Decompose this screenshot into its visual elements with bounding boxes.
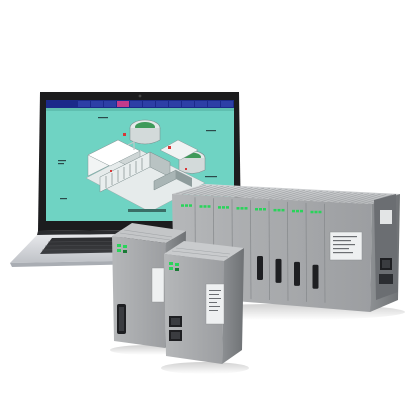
screen-menu-item xyxy=(78,101,90,107)
status-led xyxy=(218,206,221,209)
screen-menu-item xyxy=(221,101,233,107)
screen-menu-item xyxy=(104,101,116,107)
laptop-webcam xyxy=(138,94,142,98)
status-led xyxy=(181,204,184,207)
screen-menu-item xyxy=(156,101,168,107)
status-led xyxy=(222,206,225,209)
status-led xyxy=(296,209,299,213)
status-led xyxy=(189,204,192,207)
status-led xyxy=(236,207,240,210)
status-led xyxy=(277,208,281,212)
status-led xyxy=(203,205,207,208)
status-led xyxy=(318,210,322,214)
rack-slot-divider xyxy=(324,203,326,303)
status-led xyxy=(244,207,248,210)
rack-slot-divider xyxy=(268,200,270,301)
db-connector xyxy=(294,261,300,286)
status-led xyxy=(314,210,318,214)
status-led xyxy=(185,204,188,207)
status-led xyxy=(300,209,303,213)
screen-menu-item xyxy=(169,101,181,107)
db-connector xyxy=(275,258,282,283)
module-label-plate xyxy=(151,267,165,303)
status-led xyxy=(255,208,258,211)
status-led xyxy=(263,208,266,211)
status-led xyxy=(199,205,203,208)
status-led xyxy=(310,210,314,214)
screen-menu-item xyxy=(117,101,129,107)
product-photo xyxy=(0,0,418,417)
status-led xyxy=(207,205,211,208)
screen-menu-item xyxy=(143,101,155,107)
status-led xyxy=(259,208,262,211)
rack-slot-divider xyxy=(305,202,307,302)
db-connector xyxy=(312,264,319,289)
screen-menu-item xyxy=(195,101,207,107)
status-led xyxy=(281,208,285,212)
io-module-front xyxy=(161,241,249,374)
status-led xyxy=(292,209,295,213)
db-connector xyxy=(257,256,263,280)
status-led xyxy=(226,206,229,209)
screen-menu-item xyxy=(182,101,194,107)
screen-menu-item xyxy=(91,101,103,107)
status-led xyxy=(273,208,277,212)
rack-slot-divider xyxy=(287,201,289,301)
din-rail-end xyxy=(374,194,398,300)
screen-menu-item xyxy=(208,101,220,107)
status-led xyxy=(240,207,244,210)
screen-menu-item xyxy=(130,101,142,107)
